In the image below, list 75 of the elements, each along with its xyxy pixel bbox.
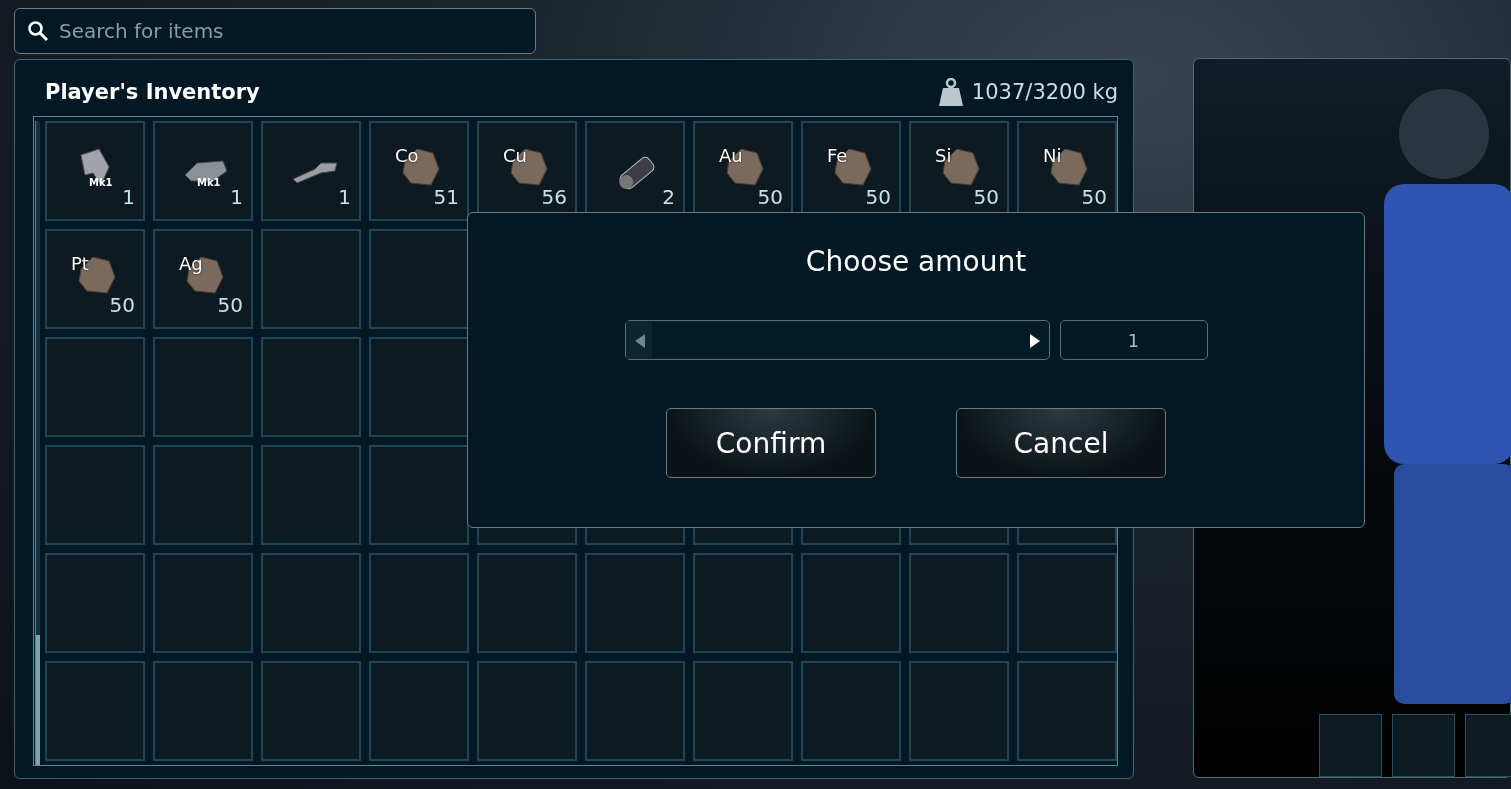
item-count: 50 — [973, 185, 999, 209]
empty-slot[interactable] — [153, 553, 253, 653]
empty-slot[interactable] — [801, 661, 901, 761]
empty-slot[interactable] — [477, 553, 577, 653]
inventory-slot[interactable]: Mk1 1 — [45, 121, 145, 221]
element-symbol: Si — [935, 145, 952, 166]
empty-slot[interactable] — [1017, 553, 1117, 653]
amount-field[interactable]: 1 — [1059, 320, 1208, 360]
dialog-title: Choose amount — [805, 245, 1027, 278]
inventory-slot[interactable]: Ag 50 — [153, 229, 253, 329]
item-count: 56 — [541, 185, 567, 209]
empty-slot[interactable] — [153, 445, 253, 545]
empty-slot[interactable] — [369, 661, 469, 761]
item-count: 1 — [338, 185, 351, 209]
empty-slot[interactable] — [909, 661, 1009, 761]
empty-slot[interactable] — [801, 553, 901, 653]
empty-slot[interactable] — [369, 553, 469, 653]
element-symbol: Cu — [503, 145, 527, 166]
element-symbol: Fe — [827, 145, 848, 166]
empty-slot[interactable] — [45, 553, 145, 653]
tier-label: Mk1 — [197, 177, 221, 188]
empty-slot[interactable] — [585, 661, 685, 761]
scrollbar[interactable] — [35, 121, 40, 765]
empty-slot[interactable] — [45, 445, 145, 545]
amount-slider[interactable] — [624, 320, 1050, 360]
empty-slot[interactable] — [585, 553, 685, 653]
empty-slot[interactable] — [45, 337, 145, 437]
gun-icon — [291, 159, 339, 183]
item-count: 50 — [865, 185, 891, 209]
inventory-slot[interactable]: Co 51 — [369, 121, 469, 221]
equipment-slot[interactable] — [1319, 714, 1382, 777]
item-count: 50 — [217, 293, 243, 317]
slider-thumb[interactable] — [625, 321, 652, 359]
item-count: 1 — [122, 185, 135, 209]
element-symbol: Co — [395, 145, 419, 166]
empty-slot[interactable] — [153, 661, 253, 761]
weight-text: 1037/3200 kg — [971, 80, 1118, 104]
equipment-slot[interactable] — [1392, 714, 1455, 777]
element-symbol: Ni — [1043, 145, 1062, 166]
item-count: 50 — [757, 185, 783, 209]
empty-slot[interactable] — [693, 553, 793, 653]
inventory-slot[interactable]: 1 — [261, 121, 361, 221]
empty-slot[interactable] — [909, 553, 1009, 653]
empty-slot[interactable] — [369, 445, 469, 545]
inventory-title: Player's Inventory — [45, 80, 260, 104]
item-count: 2 — [662, 185, 675, 209]
empty-slot[interactable] — [261, 661, 361, 761]
empty-slot[interactable] — [45, 661, 145, 761]
left-arrow-icon[interactable] — [633, 333, 646, 349]
element-symbol: Au — [719, 145, 743, 166]
element-symbol: Pt — [71, 253, 89, 274]
empty-slot[interactable] — [261, 445, 361, 545]
confirm-button[interactable]: Confirm — [666, 408, 876, 478]
search-field[interactable]: Search for items — [14, 8, 536, 54]
empty-slot[interactable] — [261, 553, 361, 653]
empty-slot[interactable] — [1017, 661, 1117, 761]
right-arrow-icon[interactable] — [1028, 333, 1041, 349]
element-symbol: Ag — [179, 253, 203, 274]
inventory-slot[interactable]: Pt 50 — [45, 229, 145, 329]
item-count: 50 — [1081, 185, 1107, 209]
empty-slot[interactable] — [261, 337, 361, 437]
empty-slot[interactable] — [693, 661, 793, 761]
inventory-slot[interactable]: Mk1 1 — [153, 121, 253, 221]
empty-slot[interactable] — [261, 229, 361, 329]
weight-icon — [937, 78, 964, 106]
item-count: 50 — [109, 293, 135, 317]
tier-label: Mk1 — [89, 177, 113, 188]
equipment-slot[interactable] — [1465, 714, 1511, 777]
empty-slot[interactable] — [369, 229, 469, 329]
empty-slot[interactable] — [153, 337, 253, 437]
empty-slot[interactable] — [369, 337, 469, 437]
item-count: 51 — [433, 185, 459, 209]
cancel-button[interactable]: Cancel — [956, 408, 1166, 478]
item-count: 1 — [230, 185, 243, 209]
empty-slot[interactable] — [477, 661, 577, 761]
